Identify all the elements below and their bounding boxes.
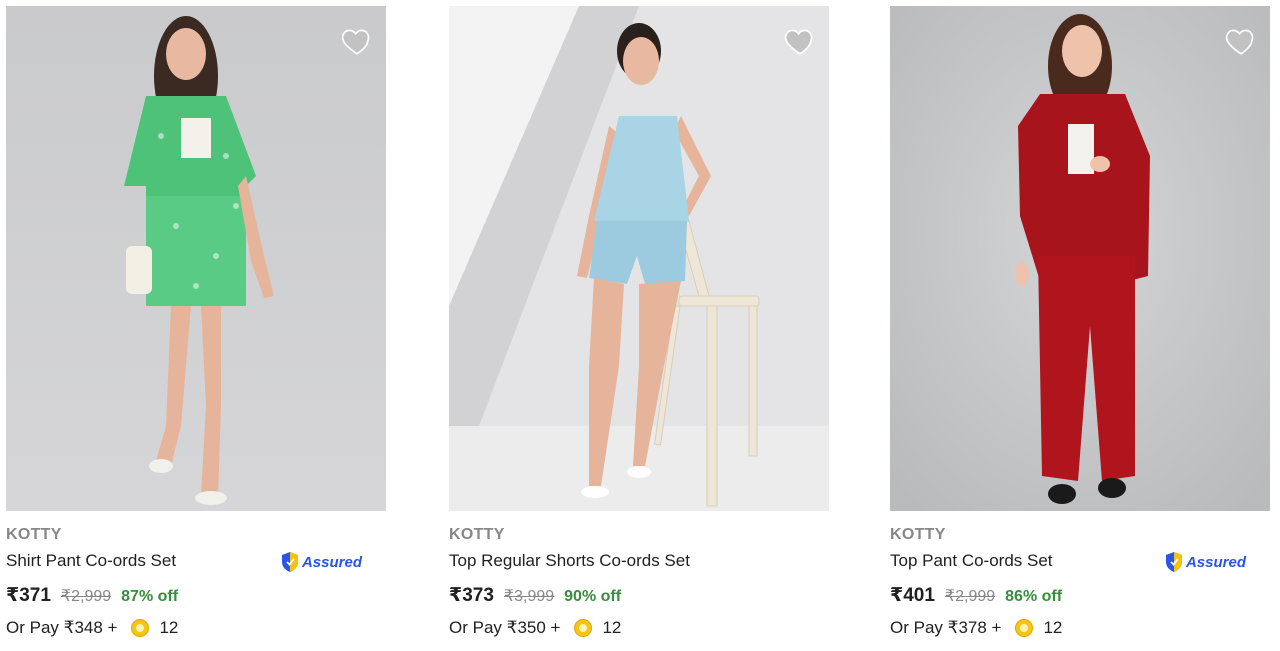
product-card[interactable]: KOTTY Top Pant Co-ords Set Assured ₹401 … [890, 0, 1270, 651]
mrp-price: ₹2,999 [60, 588, 112, 605]
supercoin-icon [131, 619, 150, 637]
discount-label: 87% off [121, 588, 179, 605]
supercoin-offer: Or Pay ₹348 + 12 [6, 618, 386, 638]
assured-badge: Assured [1164, 551, 1246, 573]
product-card[interactable]: KOTTY Shirt Pant Co-ords Set Assured ₹37… [6, 0, 386, 651]
pay-prefix: Or Pay ₹378 + [890, 618, 1002, 637]
product-image[interactable] [6, 6, 386, 511]
assured-shield-icon [281, 552, 298, 572]
pay-prefix: Or Pay ₹350 + [449, 618, 561, 637]
coin-count: 12 [602, 618, 622, 637]
selling-price: ₹373 [449, 585, 494, 606]
assured-label: Assured [301, 553, 362, 571]
price-row: ₹373 ₹3,999 90% off [449, 584, 829, 610]
product-photo-red-coords [890, 6, 1270, 511]
discount-label: 86% off [1005, 588, 1063, 605]
wishlist-heart-icon[interactable] [340, 24, 374, 58]
product-title[interactable]: Top Regular Shorts Co-ords Set [449, 550, 829, 576]
product-info: KOTTY Top Pant Co-ords Set Assured ₹401 … [890, 526, 1270, 638]
selling-price: ₹371 [6, 585, 51, 606]
selling-price: ₹401 [890, 585, 935, 606]
product-photo-green-coords [6, 6, 386, 511]
discount-label: 90% off [564, 588, 622, 605]
assured-badge: Assured [280, 551, 362, 573]
supercoin-offer: Or Pay ₹378 + 12 [890, 618, 1270, 638]
product-grid: KOTTY Shirt Pant Co-ords Set Assured ₹37… [0, 0, 1280, 651]
coin-count: 12 [1043, 618, 1063, 637]
supercoin-offer: Or Pay ₹350 + 12 [449, 618, 829, 638]
supercoin-icon [574, 619, 593, 637]
wishlist-heart-icon[interactable] [1224, 24, 1258, 58]
coin-count: 12 [159, 618, 179, 637]
product-image[interactable] [890, 6, 1270, 511]
supercoin-icon [1015, 619, 1034, 637]
product-image[interactable] [449, 6, 829, 511]
product-info: KOTTY Shirt Pant Co-ords Set Assured ₹37… [6, 526, 386, 638]
product-photo-blue-coords [449, 6, 829, 511]
product-card[interactable]: KOTTY Top Regular Shorts Co-ords Set ₹37… [449, 0, 829, 651]
price-row: ₹401 ₹2,999 86% off [890, 584, 1270, 610]
mrp-price: ₹3,999 [503, 588, 555, 605]
mrp-price: ₹2,999 [944, 588, 996, 605]
product-brand: KOTTY [890, 526, 946, 543]
product-info: KOTTY Top Regular Shorts Co-ords Set ₹37… [449, 526, 829, 638]
assured-label: Assured [1185, 553, 1246, 571]
product-brand: KOTTY [6, 526, 62, 543]
wishlist-heart-icon[interactable] [783, 24, 817, 58]
pay-prefix: Or Pay ₹348 + [6, 618, 118, 637]
assured-shield-icon [1165, 552, 1182, 572]
price-row: ₹371 ₹2,999 87% off [6, 584, 386, 610]
product-brand: KOTTY [449, 526, 505, 543]
